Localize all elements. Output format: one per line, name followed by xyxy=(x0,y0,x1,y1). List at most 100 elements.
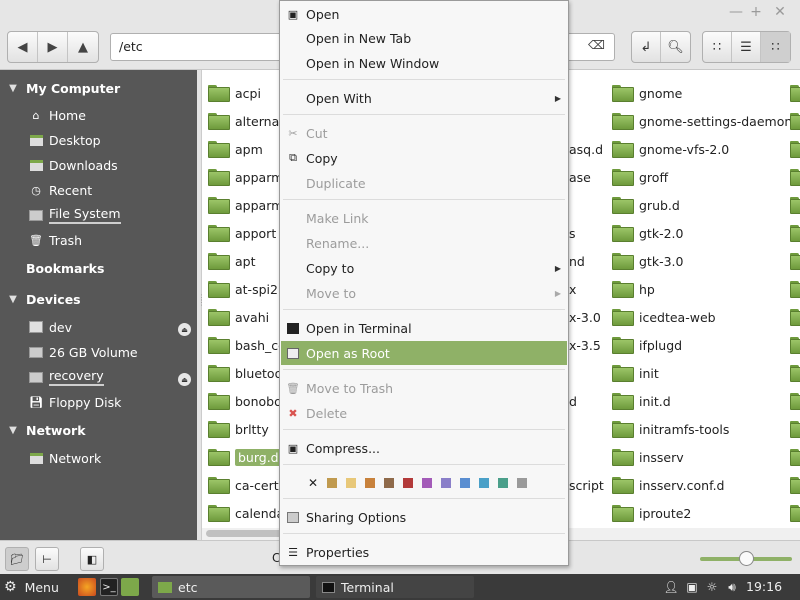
file-item[interactable] xyxy=(790,137,800,161)
file-item[interactable]: icedtea-web xyxy=(612,305,716,329)
sidebar-item-floppy-disk[interactable]: 💾︎ Floppy Disk xyxy=(28,392,121,412)
up-button[interactable]: ▲ xyxy=(68,32,98,62)
file-item[interactable]: apparm xyxy=(208,193,283,217)
close-button[interactable]: ✕ xyxy=(770,4,790,20)
minimize-button[interactable]: — xyxy=(726,4,746,20)
menu-compress[interactable]: ▣ Compress... xyxy=(281,436,567,460)
file-item[interactable]: insserv xyxy=(612,445,684,469)
menu-move-to[interactable]: Move to ▶ xyxy=(281,281,567,305)
color-swatch[interactable] xyxy=(498,478,509,488)
file-item[interactable]: hp xyxy=(612,277,655,301)
firefox-launcher-icon[interactable] xyxy=(78,578,96,596)
sidebar-item-file-system[interactable]: File System xyxy=(28,205,121,225)
menu-open-with[interactable]: Open With ▶ xyxy=(281,86,567,110)
files-launcher-icon[interactable] xyxy=(121,578,139,596)
file-item[interactable] xyxy=(790,417,800,441)
icon-view-button[interactable]: ∷ xyxy=(703,32,732,62)
file-item[interactable]: bonobo- xyxy=(208,389,286,413)
sidebar-item-home[interactable]: ⌂ Home xyxy=(28,105,86,125)
file-item[interactable]: avahi xyxy=(208,305,269,329)
menu-open-new-window[interactable]: Open in New Window xyxy=(281,51,567,75)
menu-move-to-trash[interactable]: 🗑︎ Move to Trash xyxy=(281,376,567,400)
sidebar-item-trash[interactable]: 🗑︎ Trash xyxy=(28,230,82,250)
file-item[interactable] xyxy=(790,277,800,301)
file-item[interactable]: apparm xyxy=(208,165,283,189)
menu-delete[interactable]: ✖ Delete xyxy=(281,401,567,425)
color-swatch[interactable] xyxy=(365,478,376,488)
menu-open[interactable]: ▣ Open xyxy=(281,2,567,26)
file-item[interactable]: bash_co xyxy=(208,333,286,357)
menu-copy[interactable]: ⧉ Copy xyxy=(281,146,567,170)
file-item[interactable]: gtk-3.0 xyxy=(612,249,683,273)
color-swatch[interactable] xyxy=(460,478,471,488)
file-item[interactable]: acpi xyxy=(208,81,261,105)
menu-make-link[interactable]: Make Link xyxy=(281,206,567,230)
section-devices[interactable]: ▼ Devices xyxy=(0,289,80,309)
file-item[interactable] xyxy=(790,361,800,385)
menu-open-new-tab[interactable]: Open in New Tab xyxy=(281,26,567,50)
section-my-computer[interactable]: ▼ My Computer xyxy=(0,78,120,98)
file-item[interactable]: init xyxy=(612,361,659,385)
menu-open-in-terminal[interactable]: Open in Terminal xyxy=(281,316,567,340)
file-item[interactable]: initramfs-tools xyxy=(612,417,729,441)
file-item[interactable]: x xyxy=(569,277,576,301)
file-item[interactable] xyxy=(790,389,800,413)
sidebar-item-dev[interactable]: dev xyxy=(28,317,72,337)
menu-duplicate[interactable]: Duplicate xyxy=(281,171,567,195)
back-button[interactable]: ◀ xyxy=(8,32,38,62)
network-tray-icon[interactable]: ☼ xyxy=(704,578,720,596)
file-item[interactable] xyxy=(790,445,800,469)
color-swatch[interactable] xyxy=(441,478,452,488)
file-item[interactable]: ase xyxy=(569,165,591,189)
file-item[interactable] xyxy=(790,473,800,497)
sidebar-item-recent[interactable]: ◷ Recent xyxy=(28,180,92,200)
search-button[interactable]: 🔍︎ xyxy=(661,32,690,62)
file-item[interactable]: ifplugd xyxy=(612,333,682,357)
file-item[interactable]: ca-certif xyxy=(208,473,287,497)
file-item[interactable]: nd xyxy=(569,249,585,273)
zoom-slider-knob[interactable] xyxy=(739,551,754,566)
file-item[interactable]: gtk-2.0 xyxy=(612,221,683,245)
hide-sidebar-button[interactable]: ◧ xyxy=(80,547,104,571)
maximize-button[interactable]: + xyxy=(746,4,766,20)
file-item[interactable]: iproute2 xyxy=(612,501,691,525)
menu-open-as-root[interactable]: Open as Root xyxy=(281,341,567,365)
color-swatch[interactable] xyxy=(403,478,414,488)
file-item[interactable]: x-3.0 xyxy=(569,305,601,329)
file-item[interactable]: apm xyxy=(208,137,263,161)
file-item[interactable]: at-spi2 xyxy=(208,277,278,301)
file-item[interactable] xyxy=(790,501,800,525)
file-item[interactable]: insserv.conf.d xyxy=(612,473,725,497)
file-item[interactable] xyxy=(790,193,800,217)
section-network[interactable]: ▼ Network xyxy=(0,420,85,440)
file-item[interactable]: bluetoo xyxy=(208,361,282,385)
list-view-button[interactable]: ☰ xyxy=(732,32,761,62)
show-places-button[interactable]: 📁︎ xyxy=(5,547,29,571)
menu-cut[interactable]: ✂ Cut xyxy=(281,121,567,145)
menu-rename[interactable]: Rename... xyxy=(281,231,567,255)
menu-button[interactable]: ⚙ Menu xyxy=(4,578,59,596)
color-swatch[interactable] xyxy=(517,478,528,488)
file-item[interactable]: gnome-vfs-2.0 xyxy=(612,137,729,161)
menu-sharing-options[interactable]: Sharing Options xyxy=(281,505,567,529)
eject-icon[interactable]: ⏏ xyxy=(178,323,191,336)
file-item[interactable]: grub.d xyxy=(612,193,680,217)
update-manager-icon[interactable]: ▣ xyxy=(684,578,700,596)
menu-copy-to[interactable]: Copy to ▶ xyxy=(281,256,567,280)
color-swatch[interactable] xyxy=(384,478,395,488)
forward-button[interactable]: ▶ xyxy=(38,32,68,62)
sidebar-item-desktop[interactable]: Desktop xyxy=(28,130,101,150)
file-item[interactable]: init.d xyxy=(612,389,671,413)
show-treeview-button[interactable]: ⊢ xyxy=(35,547,59,571)
task-etc[interactable]: etc xyxy=(152,576,310,598)
color-swatch[interactable] xyxy=(327,478,338,488)
file-item[interactable]: calenda xyxy=(208,501,284,525)
sidebar-item-network[interactable]: Network xyxy=(28,448,101,468)
task-terminal[interactable]: Terminal xyxy=(316,576,474,598)
file-item[interactable] xyxy=(790,221,800,245)
file-item[interactable] xyxy=(790,249,800,273)
file-item[interactable]: gnome xyxy=(612,81,682,105)
file-item[interactable]: asq.d xyxy=(569,137,603,161)
file-item[interactable] xyxy=(790,81,800,105)
menu-properties[interactable]: ☰ Properties xyxy=(281,540,567,564)
